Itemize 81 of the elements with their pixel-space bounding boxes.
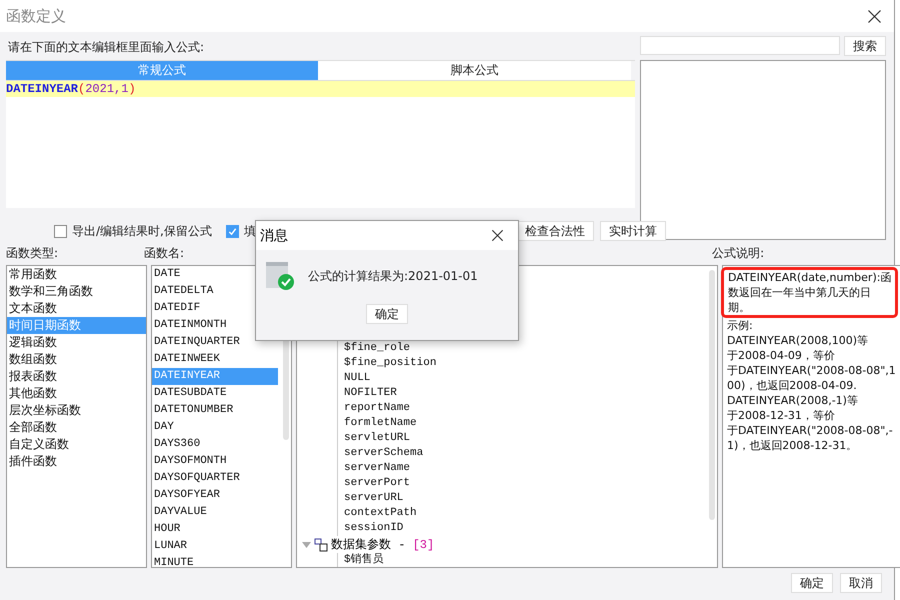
function-name-item[interactable]: DAYS360 [152,436,278,453]
function-type-item[interactable]: 其他函数 [7,385,146,402]
function-type-item[interactable]: 报表函数 [7,368,146,385]
parameter-item[interactable]: serverName [337,461,410,476]
list-label: 函数名: [144,245,184,262]
function-name-item[interactable]: DATETONUMBER [152,402,278,419]
example-label: 示例: [727,318,754,333]
message-text: 公式的计算结果为:2021-01-01 [308,268,478,284]
expand-caret-icon[interactable] [302,542,311,548]
formula-token: 1 [121,82,128,96]
search-field[interactable] [640,36,840,55]
function-name-item[interactable]: HOUR [152,521,278,538]
function-name-item[interactable]: DAYSOFMONTH [152,453,278,470]
action-button[interactable]: 检查合法性 [516,221,594,241]
checkbox[interactable] [54,224,67,238]
example-line: 于DATEINYEAR("2008-08-08",- [727,423,894,438]
close-icon[interactable] [867,8,882,24]
function-name-item[interactable]: MINUTE [152,555,278,567]
function-name-item[interactable]: DAYVALUE [152,504,278,521]
formula-tab[interactable]: 脚本公式 [318,61,631,80]
parameter-item[interactable]: serverPort [337,476,410,491]
list-label: 公式说明: [712,245,764,262]
function-type-item[interactable]: 插件函数 [7,453,146,470]
parameter-item[interactable]: $fine_position [337,356,436,371]
function-type-item[interactable]: 全部函数 [7,419,146,436]
function-summary: DATEINYEAR(date,number):函数返回在一年当中第几天的日期。 [728,271,892,314]
function-type-item[interactable]: 自定义函数 [7,436,146,453]
formula-editor[interactable]: DATEINYEAR(2021,1) [6,80,635,208]
checkbox[interactable] [226,224,239,238]
parameter-item[interactable]: NULL [337,371,370,386]
message-title: 消息 [260,226,288,244]
search-button[interactable]: 搜索 [844,36,886,56]
parameter-item[interactable]: serverURL [337,491,404,506]
function-name-item[interactable]: DATESUBDATE [152,385,278,402]
function-name-item[interactable]: DAYSOFYEAR [152,487,278,504]
function-type-item[interactable]: 逻辑函数 [7,334,146,351]
example-line: 于2008-12-31，等价 [727,408,836,423]
parameter-item[interactable]: formletName [337,416,417,431]
example-line: 于DATEINYEAR("2008-08-08",1 [727,363,896,378]
parameter-item[interactable]: contextPath [337,506,417,521]
list-label: 函数类型: [6,245,58,262]
success-icon [266,260,296,292]
formula-token: DATEINYEAR [6,82,78,96]
parameter-item[interactable]: $销售员 [337,553,384,567]
formula-token: ( [78,82,86,96]
example-line: DATEINYEAR(2008,100)等 [727,333,869,348]
function-type-item[interactable]: 数学和三角函数 [7,283,146,300]
function-name-item[interactable]: DATEINWEEK [152,351,278,368]
parameter-item[interactable]: serverSchema [337,446,424,461]
option-label: 填 [244,222,256,240]
formula-prompt: 请在下面的文本编辑框里面输入公式: [7,39,206,56]
example-line: 00)，也返回2008-04-09. [727,378,858,393]
ok-button[interactable]: 确定 [366,304,408,324]
function-name-item[interactable]: DAYSOFQUARTER [152,470,278,487]
footer-button[interactable]: 确定 [791,573,833,593]
parameter-item[interactable]: servletURL [337,431,410,446]
function-name-item[interactable]: DAY [152,419,278,436]
parameter-item[interactable]: reportName [337,401,410,416]
check-icon [228,226,237,236]
window-title: 函数定义 [6,6,66,26]
formula-token: 2021 [85,82,114,96]
footer-button[interactable]: 取消 [840,573,882,593]
function-type-item[interactable]: 层次坐标函数 [7,402,146,419]
function-name-item[interactable]: DATEINQUARTER [152,334,278,351]
parameter-item[interactable]: NOFILTER [337,386,397,401]
example-line: DATEINYEAR(2008,-1)等 [727,393,859,408]
option-label: 导出/编辑结果时,保留公式 [72,222,212,240]
function-type-item[interactable]: 文本函数 [7,300,146,317]
example-line: 于2008-04-09，等价 [727,348,836,363]
function-name-item[interactable]: LUNAR [152,538,278,555]
function-type-item[interactable]: 数组函数 [7,351,146,368]
close-icon[interactable] [491,229,504,242]
scrollbar-thumb[interactable] [709,270,715,520]
group-label[interactable]: 数据集参数 - [3] [331,536,434,553]
formula-token: ) [128,82,136,96]
function-type-item[interactable]: 常用函数 [7,266,146,283]
action-button[interactable]: 实时计算 [600,221,666,241]
example-line: 1)，也返回2008-12-31。 [727,438,858,453]
parameter-group-icon [314,538,328,552]
formula-token: , [114,82,122,96]
parameter-item[interactable]: sessionID [337,521,404,536]
